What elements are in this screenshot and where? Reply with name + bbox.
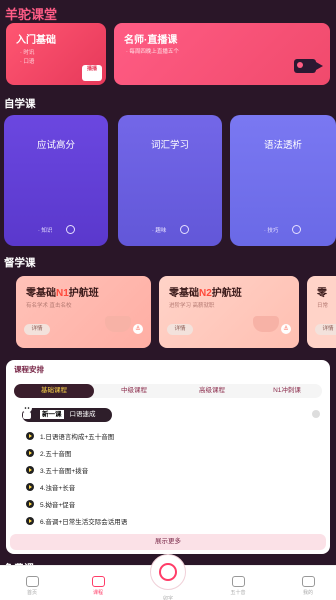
live-course-subtitle: · 每周四晚上直播五个 bbox=[126, 49, 179, 55]
schedule-title: 课程安排 bbox=[14, 365, 44, 374]
tab-n1-sprint[interactable]: N1冲刺课 bbox=[252, 384, 322, 398]
n3-camp-title: 零 bbox=[317, 288, 327, 299]
vocab-card[interactable]: 词汇学习 · 趣味 bbox=[118, 115, 222, 246]
n2-camp-title: 零基础N2护航班 bbox=[169, 288, 242, 299]
n1-detail-button[interactable]: 详情 bbox=[24, 324, 50, 335]
lesson-item[interactable]: 5.拗音+促音 bbox=[26, 499, 75, 509]
kana-icon bbox=[231, 576, 245, 587]
play-icon bbox=[26, 483, 34, 491]
target-icon bbox=[66, 225, 75, 234]
collapse-icon[interactable] bbox=[312, 410, 320, 418]
n3-camp-subtitle: 日常 bbox=[317, 303, 329, 309]
show-more-button[interactable]: 展示更多 bbox=[10, 534, 326, 550]
ship-icon bbox=[253, 316, 279, 332]
grammar-foot: · 技巧 bbox=[264, 228, 279, 234]
schedule-panel: 课程安排 基础课程 中级课程 高级课程 N1冲刺课 新一课 口语速成 1.日语语言… bbox=[6, 360, 330, 554]
play-icon bbox=[26, 449, 34, 457]
lesson-item[interactable]: 1.日语语言构成+五十音图 bbox=[26, 431, 114, 441]
lesson-item[interactable]: 6.音调+日常生活交际会话用语 bbox=[26, 516, 127, 526]
grammar-title: 语法透析 bbox=[263, 140, 302, 151]
n1-camp-title: 零基础N1护航班 bbox=[26, 288, 99, 299]
tab-basic[interactable]: 基础课程 bbox=[14, 384, 94, 398]
level-tabs: 基础课程 中级课程 高级课程 N1冲刺课 bbox=[14, 384, 322, 398]
n1-camp-card[interactable]: 零基础N1护航班 有名学术 直击名校 详情 ⚓ bbox=[16, 276, 151, 348]
play-icon bbox=[26, 517, 34, 525]
anchor-icon: ⚓ bbox=[133, 324, 143, 334]
intro-basics-title: 入门基础 bbox=[16, 35, 56, 46]
tab-profile[interactable]: 我的 bbox=[288, 576, 328, 596]
live-course-title: 名师·直播课 bbox=[124, 35, 178, 46]
n3-camp-card[interactable]: 零 日常 详情 bbox=[307, 276, 336, 348]
vocab-title: 词汇学习 bbox=[150, 140, 189, 151]
n2-camp-subtitle: 进阶学习 高薪就职 bbox=[169, 303, 215, 309]
anchor-icon: ⚓ bbox=[281, 324, 291, 334]
target-icon bbox=[292, 225, 301, 234]
tab-home[interactable]: 首页 bbox=[12, 576, 52, 596]
play-icon bbox=[26, 466, 34, 474]
home-icon bbox=[25, 576, 39, 587]
lesson-item[interactable]: 2.五十音图 bbox=[26, 448, 71, 458]
exam-score-title: 应试高分 bbox=[36, 140, 75, 151]
brand-title: 羊驼课堂 bbox=[5, 7, 58, 22]
live-badge: 播播 bbox=[82, 65, 102, 81]
tab-courses[interactable]: 课程 bbox=[78, 576, 118, 596]
intro-basics-card[interactable]: 入门基础 · 时讯 · 口语 播播 bbox=[6, 23, 106, 85]
n2-detail-button[interactable]: 详情 bbox=[167, 324, 193, 335]
center-label: 卯字 bbox=[162, 596, 173, 600]
video-camera-icon bbox=[294, 59, 323, 73]
live-course-card[interactable]: 名师·直播课 · 每周四晚上直播五个 bbox=[114, 23, 330, 85]
exam-score-foot: · 知识 bbox=[38, 228, 53, 234]
n1-camp-subtitle: 有名学术 直击名校 bbox=[26, 303, 72, 309]
vocab-foot: · 趣味 bbox=[152, 228, 167, 234]
alpaca-icon bbox=[22, 403, 32, 419]
play-icon bbox=[26, 432, 34, 440]
bottom-tab-bar: 首页 课程 卯字 五十音 我的 bbox=[0, 554, 336, 600]
lesson-item[interactable]: 3.五十音图+拨音 bbox=[26, 465, 88, 475]
tab-gojuon[interactable]: 五十音 bbox=[218, 576, 258, 596]
course-tag[interactable]: 新一课 口语速成 bbox=[22, 408, 112, 422]
grammar-card[interactable]: 语法透析 · 技巧 bbox=[230, 115, 336, 246]
record-icon bbox=[159, 563, 177, 581]
target-icon bbox=[180, 225, 189, 234]
course-icon bbox=[91, 576, 105, 587]
intro-item-2: · 口语 bbox=[20, 59, 35, 65]
play-icon bbox=[26, 500, 34, 508]
tab-intermediate[interactable]: 中级课程 bbox=[96, 384, 172, 398]
exam-score-card[interactable]: 应试高分 · 知识 bbox=[4, 115, 108, 246]
self-study-heading: 自学课 bbox=[4, 98, 36, 110]
ship-icon bbox=[105, 316, 131, 332]
profile-icon bbox=[301, 576, 315, 587]
lesson-item[interactable]: 4.浊音+长音 bbox=[26, 482, 75, 492]
intro-item-1: · 时讯 bbox=[20, 50, 35, 56]
n3-detail-button[interactable]: 详情 bbox=[315, 324, 336, 335]
camp-heading: 督学课 bbox=[4, 257, 36, 269]
center-action-button[interactable]: 卯字 bbox=[150, 554, 186, 600]
tab-advanced[interactable]: 高级课程 bbox=[174, 384, 250, 398]
n2-camp-card[interactable]: 零基础N2护航班 进阶学习 高薪就职 详情 ⚓ bbox=[159, 276, 299, 348]
